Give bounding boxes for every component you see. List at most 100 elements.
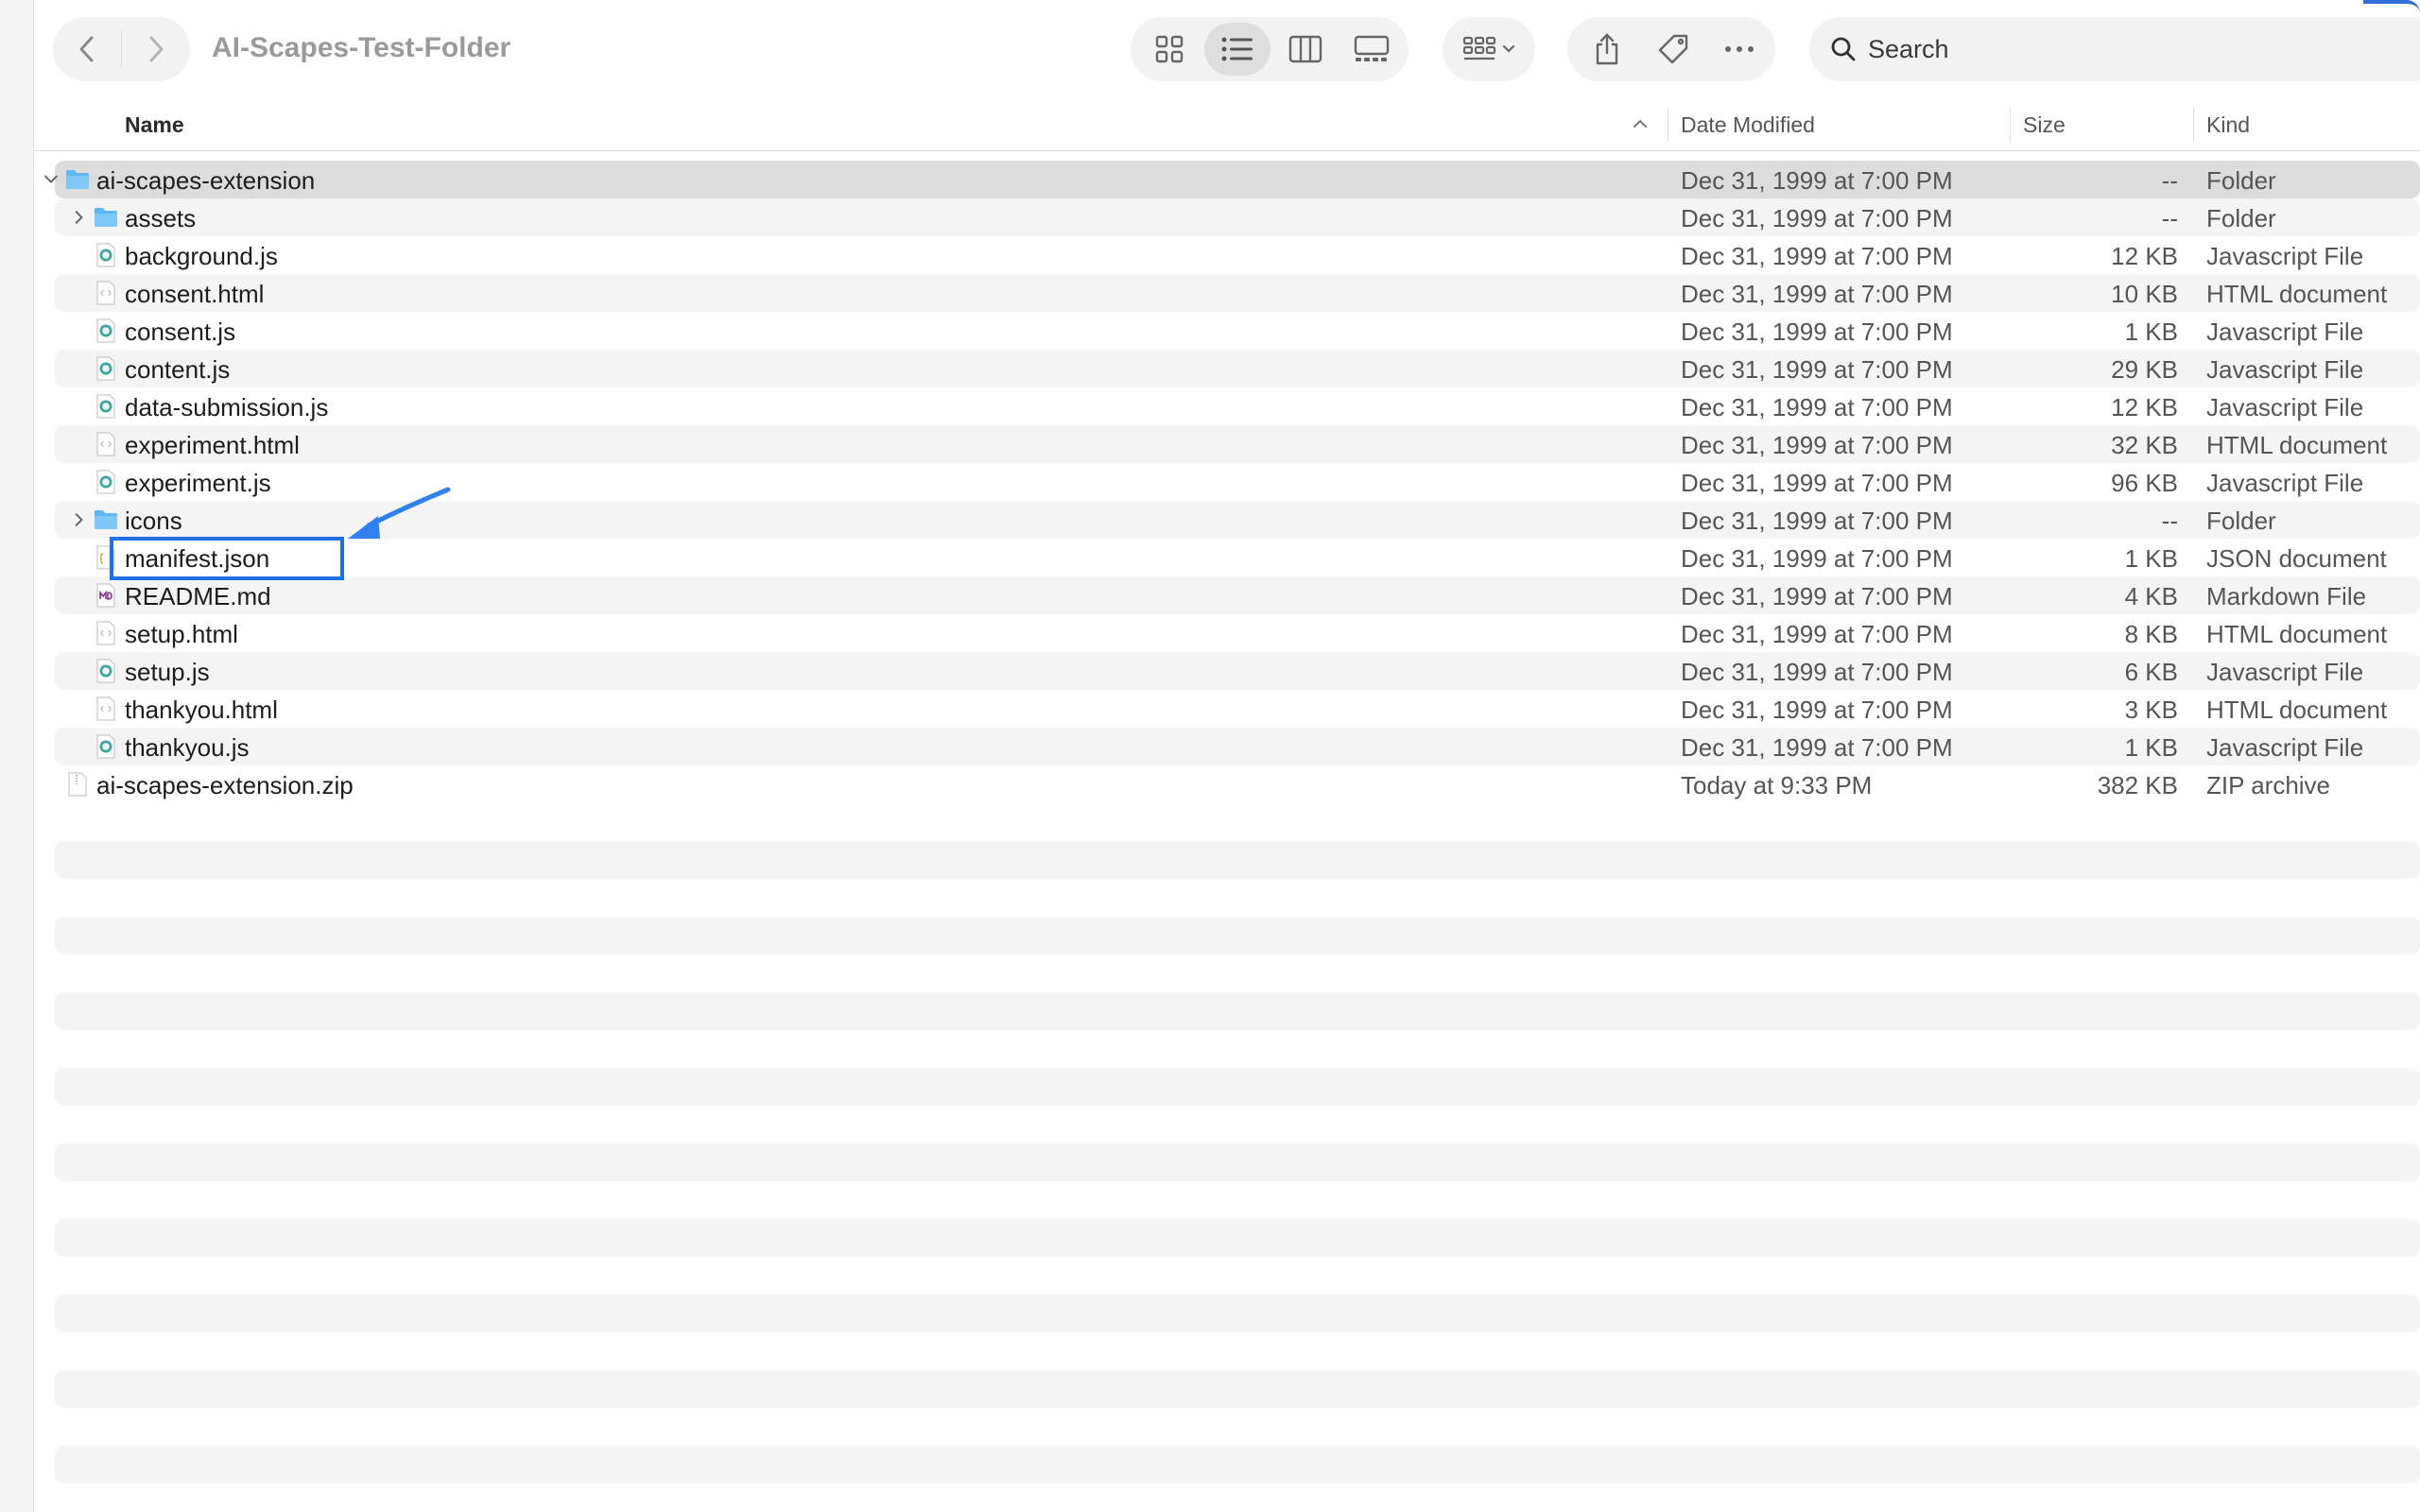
icon-view-icon — [1155, 35, 1184, 63]
file-kind: Folder — [2206, 166, 2276, 195]
file-kind: Folder — [2206, 204, 2276, 232]
chevron-right-icon[interactable] — [68, 508, 91, 531]
file-size: 382 KB — [2097, 771, 2178, 799]
column-kind-header[interactable]: Kind — [2206, 98, 2250, 151]
empty-row-stripe — [55, 1446, 2420, 1484]
file-kind: Javascript File — [2206, 318, 2364, 346]
sort-ascending-icon[interactable] — [1632, 115, 1649, 132]
file-row[interactable]: consent.html Dec 31, 1999 at 7:00 PM 10 KB… — [55, 274, 2420, 312]
file-size: 10 KB — [2111, 280, 2178, 308]
file-kind: Javascript File — [2206, 469, 2364, 497]
more-icon — [1725, 46, 1754, 52]
list-view-button[interactable] — [1204, 23, 1270, 76]
file-row[interactable]: data-submission.js Dec 31, 1999 at 7:00 P… — [55, 387, 2420, 425]
group-by-button[interactable] — [1443, 17, 1535, 81]
list-view-icon — [1221, 37, 1253, 61]
file-name: consent.html — [125, 280, 265, 308]
file-name: setup.js — [125, 658, 210, 686]
file-name: experiment.js — [125, 469, 271, 497]
window-title: AI-Scapes-Test-Folder — [212, 32, 511, 63]
chevron-right-icon[interactable] — [68, 206, 91, 229]
file-date-modified: Dec 31, 1999 at 7:00 PM — [1681, 544, 1953, 573]
file-kind: Javascript File — [2206, 658, 2364, 686]
search-icon — [1831, 37, 1856, 61]
file-row[interactable]: README.md Dec 31, 1999 at 7:00 PM 4 KB Mark… — [55, 576, 2420, 614]
file-row[interactable]: ai-scapes-extension.zip Today at 9:33 PM 3… — [55, 765, 2420, 803]
file-row[interactable]: ai-scapes-extension Dec 31, 1999 at 7:00 … — [44, 161, 2420, 198]
file-kind: Javascript File — [2206, 355, 2364, 384]
chevron-down-icon[interactable] — [40, 168, 62, 191]
file-size: 8 KB — [2124, 620, 2178, 648]
file-name: README.md — [125, 582, 271, 610]
js-file-icon — [93, 355, 119, 382]
file-size: 12 KB — [2111, 393, 2178, 421]
gallery-view-button[interactable] — [1339, 23, 1405, 76]
file-size: 1 KB — [2124, 733, 2178, 762]
file-size: 32 KB — [2111, 431, 2178, 459]
sidebar-edge — [0, 0, 34, 1512]
html-file-icon — [93, 620, 119, 646]
file-name: assets — [125, 204, 197, 232]
file-name: icons — [125, 507, 182, 535]
file-row[interactable]: background.js Dec 31, 1999 at 7:00 PM 12 K… — [55, 236, 2420, 274]
folder-icon — [93, 204, 119, 231]
markdown-file-icon — [93, 582, 119, 609]
icon-view-button[interactable] — [1136, 23, 1202, 76]
column-name-header[interactable]: Name — [125, 98, 184, 151]
share-button[interactable] — [1573, 23, 1641, 76]
js-file-icon — [93, 393, 119, 420]
file-name: data-submission.js — [125, 393, 329, 421]
navigation-group — [53, 17, 190, 81]
more-button[interactable] — [1705, 23, 1773, 76]
file-date-modified: Dec 31, 1999 at 7:00 PM — [1681, 696, 1953, 724]
file-size: -- — [2161, 204, 2178, 232]
search-input[interactable] — [1868, 30, 2397, 68]
empty-row-stripe — [55, 1068, 2420, 1106]
file-size: 3 KB — [2124, 696, 2178, 724]
file-date-modified: Dec 31, 1999 at 7:00 PM — [1681, 733, 1953, 762]
empty-row-stripe — [55, 841, 2420, 879]
js-file-icon — [93, 242, 119, 268]
file-row[interactable]: consent.js Dec 31, 1999 at 7:00 PM 1 KB Jav… — [55, 312, 2420, 350]
folder-icon — [64, 166, 91, 193]
column-separator[interactable] — [2010, 108, 2011, 142]
tag-button[interactable] — [1639, 23, 1707, 76]
file-row[interactable]: assets Dec 31, 1999 at 7:00 PM -- Folder — [55, 198, 2420, 236]
empty-row-stripe — [55, 1219, 2420, 1257]
column-date-header[interactable]: Date Modified — [1681, 98, 1815, 151]
file-size: 1 KB — [2124, 544, 2178, 573]
file-date-modified: Dec 31, 1999 at 7:00 PM — [1681, 355, 1953, 384]
file-row[interactable]: setup.js Dec 31, 1999 at 7:00 PM 6 KB Javas… — [55, 652, 2420, 690]
column-view-button[interactable] — [1272, 23, 1339, 76]
chevron-right-icon — [149, 36, 164, 62]
file-kind: Javascript File — [2206, 242, 2364, 270]
file-row[interactable]: thankyou.html Dec 31, 1999 at 7:00 PM 3 KB… — [55, 690, 2420, 728]
file-name: thankyou.html — [125, 696, 278, 724]
file-row[interactable]: thankyou.js Dec 31, 1999 at 7:00 PM 1 KB Ja… — [55, 728, 2420, 765]
column-separator[interactable] — [2193, 108, 2194, 142]
forward-button[interactable] — [122, 17, 190, 81]
file-row[interactable]: experiment.html Dec 31, 1999 at 7:00 PM 32… — [55, 425, 2420, 463]
js-file-icon — [93, 658, 119, 684]
file-date-modified: Dec 31, 1999 at 7:00 PM — [1681, 469, 1953, 497]
search-field[interactable] — [1809, 17, 2420, 81]
file-size: 29 KB — [2111, 355, 2178, 384]
file-date-modified: Today at 9:33 PM — [1681, 771, 1873, 799]
file-row[interactable]: content.js Dec 31, 1999 at 7:00 PM 29 KB Ja… — [55, 350, 2420, 387]
annotation-arrow-icon — [348, 487, 451, 539]
file-kind: HTML document — [2206, 431, 2388, 459]
js-file-icon — [93, 733, 119, 760]
file-kind: Javascript File — [2206, 733, 2364, 762]
file-name: content.js — [125, 355, 231, 384]
column-size-header[interactable]: Size — [2023, 98, 2066, 151]
file-kind: JSON document — [2206, 544, 2387, 573]
file-row[interactable]: setup.html Dec 31, 1999 at 7:00 PM 8 KB HTM… — [55, 614, 2420, 652]
zip-file-icon — [64, 771, 91, 798]
file-name: background.js — [125, 242, 278, 270]
file-name: ai-scapes-extension.zip — [96, 771, 354, 799]
gallery-view-icon — [1354, 35, 1390, 61]
file-date-modified: Dec 31, 1999 at 7:00 PM — [1681, 204, 1953, 232]
column-view-icon — [1288, 35, 1322, 63]
back-button[interactable] — [53, 17, 121, 81]
js-file-icon — [93, 318, 119, 344]
